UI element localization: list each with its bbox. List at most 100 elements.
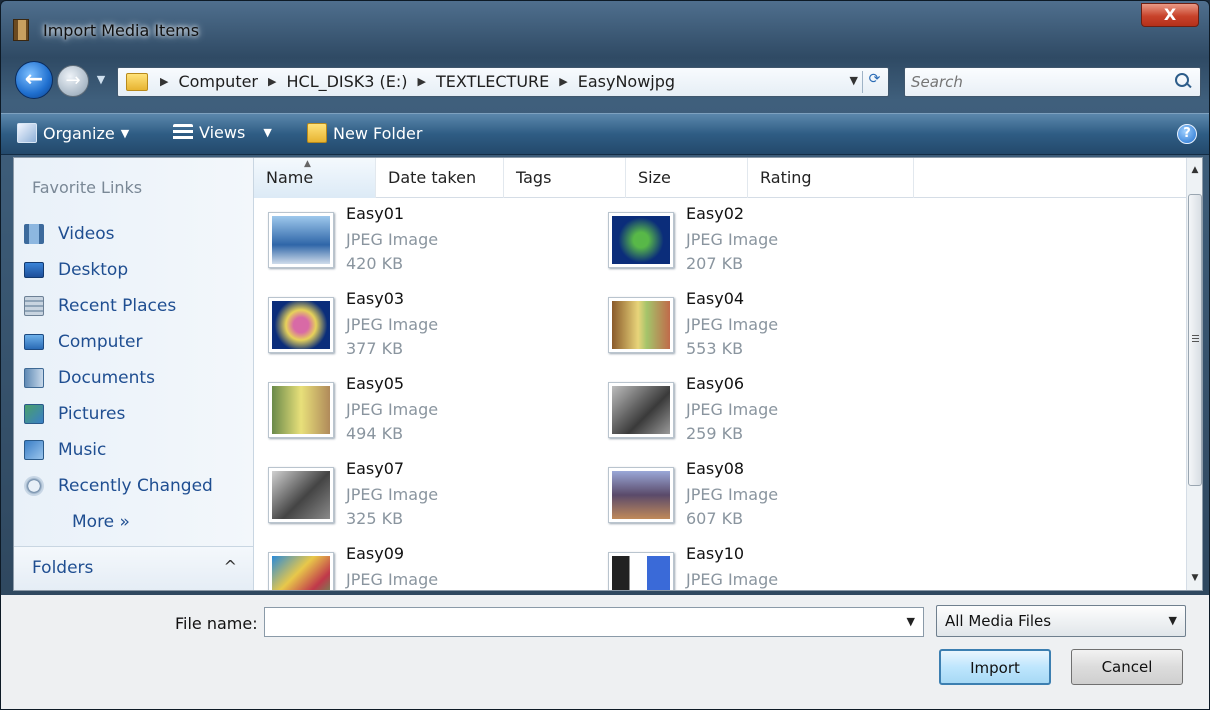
file-name: Easy06 [686, 374, 745, 393]
thumbnail-image [268, 297, 334, 353]
column-header-tags[interactable]: Tags [504, 158, 626, 198]
nav-item-pictures[interactable]: Pictures [24, 396, 250, 432]
nav-item-videos[interactable]: Videos [24, 216, 250, 252]
file-type: JPEG Image [346, 315, 439, 334]
file-name-combobox[interactable]: ▼ [264, 607, 924, 637]
thumbnail-image [268, 552, 334, 590]
window-title: Import Media Items [43, 21, 200, 40]
thumbnail-image [608, 552, 674, 590]
file-size: 607 KB [686, 509, 744, 528]
vertical-scrollbar[interactable]: ▲ ▼ [1186, 158, 1202, 590]
file-type: JPEG Image [346, 230, 439, 249]
thumbnail-image [268, 467, 334, 523]
scrollbar-thumb[interactable] [1188, 194, 1202, 486]
column-header-name[interactable]: ▲ Name [254, 158, 376, 198]
import-button[interactable]: Import [939, 649, 1051, 685]
breadcrumb-separator-icon: ▶ [160, 75, 169, 88]
documents-icon [24, 368, 44, 388]
file-tile[interactable]: Easy03 JPEG Image 377 KB [254, 283, 574, 363]
nav-item-documents[interactable]: Documents [24, 360, 250, 396]
forward-button[interactable]: → [57, 65, 89, 97]
breadcrumb-separator-icon[interactable]: ▶ [268, 72, 276, 92]
music-icon [24, 440, 44, 460]
refresh-icon[interactable]: ⟳ [862, 71, 886, 93]
more-links-button[interactable]: More » [24, 504, 250, 540]
breadcrumb-drive[interactable]: HCL_DISK3 (E:) [286, 72, 407, 92]
chevron-down-icon: ▼ [120, 126, 130, 140]
breadcrumb-computer[interactable]: Computer [178, 72, 258, 92]
file-name: Easy10 [686, 544, 745, 563]
nav-item-music[interactable]: Music [24, 432, 250, 468]
nav-item-computer[interactable]: Computer [24, 324, 250, 360]
recently-changed-icon [24, 476, 44, 496]
column-headers: ▲ Name Date taken Tags Size Rating [254, 158, 1186, 198]
new-folder-label: New Folder [333, 123, 423, 143]
file-type: JPEG Image [346, 485, 439, 504]
history-dropdown-icon[interactable]: ▼ [93, 73, 109, 89]
file-tile[interactable]: Easy06 JPEG Image 259 KB [594, 368, 914, 448]
scroll-up-icon[interactable]: ▲ [1187, 160, 1203, 180]
cancel-button[interactable]: Cancel [1071, 649, 1183, 685]
new-folder-icon [307, 123, 327, 143]
file-tile[interactable]: Easy02 JPEG Image 207 KB [594, 198, 914, 278]
organize-button[interactable]: Organize ▼ [17, 123, 129, 143]
file-size: 259 KB [686, 424, 744, 443]
new-folder-button[interactable]: New Folder [307, 123, 422, 143]
nav-item-label: Desktop [58, 260, 129, 280]
address-dropdown-icon[interactable]: ▼ [850, 74, 858, 87]
film-icon [13, 19, 29, 41]
search-box[interactable] [904, 67, 1201, 97]
chevron-down-icon[interactable]: ▼ [907, 615, 915, 628]
nav-item-recent-places[interactable]: Recent Places [24, 288, 250, 324]
file-tile[interactable]: Easy01 JPEG Image 420 KB [254, 198, 574, 278]
breadcrumb-textlecture[interactable]: TEXTLECTURE [436, 72, 549, 92]
content-area: Favorite Links Videos Desktop Recent Pla… [13, 157, 1203, 591]
file-type-filter-value: All Media Files [945, 612, 1052, 630]
views-button[interactable]: Views ▼ [173, 123, 272, 142]
file-name-input[interactable] [269, 611, 889, 633]
breadcrumb-separator-icon[interactable]: ▶ [559, 72, 567, 92]
file-tile[interactable]: Easy07 JPEG Image 325 KB [254, 453, 574, 533]
column-header-rating[interactable]: Rating [748, 158, 914, 198]
file-type: JPEG Image [346, 400, 439, 419]
close-button[interactable]: X [1141, 3, 1199, 27]
address-bar[interactable]: ▶ Computer ▶ HCL_DISK3 (E:) ▶ TEXTLECTUR… [117, 67, 889, 97]
file-tile[interactable]: Easy10 JPEG Image [594, 538, 914, 590]
file-type: JPEG Image [346, 570, 439, 589]
file-name: Easy09 [346, 544, 405, 563]
thumbnail-image [608, 382, 674, 438]
nav-item-desktop[interactable]: Desktop [24, 252, 250, 288]
file-type: JPEG Image [686, 230, 779, 249]
file-size: 207 KB [686, 254, 744, 273]
breadcrumb-easynowjpg[interactable]: EasyNowjpg [578, 72, 675, 92]
command-toolbar: Organize ▼ Views ▼ New Folder ? [1, 113, 1209, 155]
folders-toggle[interactable]: Folders ^ [14, 546, 253, 590]
search-icon[interactable] [1172, 71, 1194, 93]
file-list-pane: ▲ Name Date taken Tags Size Rating Easy0… [254, 158, 1202, 590]
file-type-filter-select[interactable]: All Media Files ▼ [936, 605, 1186, 637]
views-label: Views [199, 123, 246, 142]
pictures-icon [24, 404, 44, 424]
thumbnail-image [608, 212, 674, 268]
column-header-size[interactable]: Size [626, 158, 748, 198]
back-button[interactable]: ← [15, 61, 53, 99]
column-header-date-taken[interactable]: Date taken [376, 158, 504, 198]
folders-label: Folders [32, 558, 94, 578]
videos-icon [24, 224, 44, 244]
scroll-down-icon[interactable]: ▼ [1187, 568, 1203, 588]
help-icon[interactable]: ? [1177, 124, 1197, 144]
file-size: 325 KB [346, 509, 404, 528]
file-tile[interactable]: Easy04 JPEG Image 553 KB [594, 283, 914, 363]
import-media-dialog: Import Media Items X ← → ▼ ▶ Computer ▶ … [0, 0, 1210, 710]
search-input[interactable] [911, 72, 1161, 92]
file-tile[interactable]: Easy08 JPEG Image 607 KB [594, 453, 914, 533]
title-bar[interactable]: Import Media Items X [1, 1, 1209, 51]
file-tile[interactable]: Easy09 JPEG Image [254, 538, 574, 590]
chevron-down-icon: ▼ [1168, 614, 1177, 627]
nav-item-recently-changed[interactable]: Recently Changed [24, 468, 250, 504]
breadcrumb-separator-icon[interactable]: ▶ [418, 72, 426, 92]
favorite-links-heading: Favorite Links [32, 178, 143, 197]
file-name-label: File name: [175, 614, 258, 633]
sort-arrow-icon: ▲ [304, 159, 311, 169]
file-tile[interactable]: Easy05 JPEG Image 494 KB [254, 368, 574, 448]
